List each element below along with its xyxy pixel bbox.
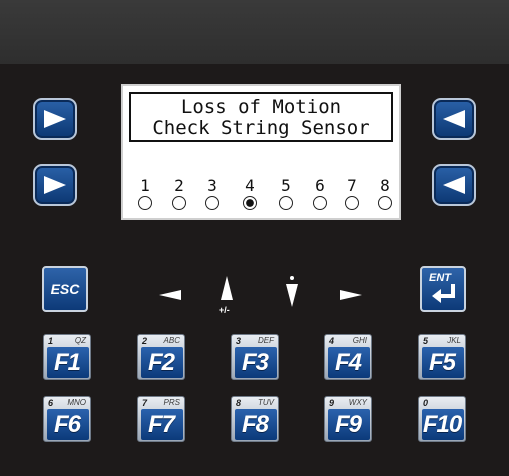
indicator-7: 7 [340,178,364,210]
arrow-left-icon [159,290,181,300]
indicator-led [205,196,219,210]
indicator-4: 4 [238,178,262,210]
indicator-row: 1 2 3 4 5 6 7 8 [133,178,395,218]
arrow-right-icon [340,290,362,300]
top-bezel [0,0,509,64]
key-name: F3 [241,349,269,376]
key-digit: 5 [423,336,429,346]
indicator-1: 1 [133,178,157,210]
f6-key[interactable]: 6 MNO F6 [43,396,91,442]
arrow-right-icon [44,176,66,194]
key-digit: 6 [48,398,54,408]
key-name: F8 [241,411,269,438]
f9-key[interactable]: 9 WXY F9 [324,396,372,442]
key-digit: 7 [142,398,148,408]
nav-up-key[interactable]: +/- [218,274,236,315]
indicator-led [279,196,293,210]
indicator-label: 8 [380,176,390,195]
f4-key[interactable]: 4 GHI F4 [324,334,372,380]
key-name: F4 [334,349,362,376]
lcd-display: Loss of Motion Check String Sensor 1 2 3… [121,84,401,220]
right-lower-arrow-key[interactable] [432,164,476,206]
f8-key[interactable]: 8 TUV F8 [231,396,279,442]
indicator-label: 6 [315,176,325,195]
left-upper-arrow-key[interactable] [33,98,77,140]
indicator-led [243,196,257,210]
key-letters: GHI [352,336,367,345]
indicator-label: 4 [245,176,255,195]
indicator-3: 3 [200,178,224,210]
indicator-label: 5 [281,176,291,195]
key-letters: MNO [67,398,86,407]
f1-key[interactable]: 1 QZ F1 [43,334,91,380]
f3-key[interactable]: 3 DEF F3 [231,334,279,380]
indicator-label: 3 [207,176,217,195]
indicator-6: 6 [308,178,332,210]
key-name: F9 [334,411,362,438]
key-digit: 8 [236,398,242,408]
f2-key[interactable]: 2 ABC F2 [137,334,185,380]
indicator-label: 7 [347,176,357,195]
indicator-label: 1 [140,176,150,195]
key-name: F1 [53,349,81,376]
plus-minus-label: +/- [219,305,230,315]
key-letters: QZ [74,336,86,345]
esc-key[interactable]: ESC [42,266,88,312]
lcd-line-1: Loss of Motion [180,96,342,118]
f10-key[interactable]: 0 F10 [418,396,466,442]
nav-left-key[interactable] [155,287,183,308]
key-letters: ABC [163,336,180,345]
key-letters: JKL [447,336,461,345]
key-letters: TUV [258,398,274,407]
right-upper-arrow-key[interactable] [432,98,476,140]
arrow-down-icon [286,276,298,307]
esc-label: ESC [50,281,80,297]
enter-key[interactable]: ENT [420,266,466,312]
indicator-label: 2 [174,176,184,195]
key-name: F2 [147,349,175,376]
indicator-led [378,196,392,210]
f7-key[interactable]: 7 PRS F7 [137,396,185,442]
key-name: F7 [147,411,175,438]
arrow-left-icon [443,110,465,128]
arrow-right-icon [44,110,66,128]
key-digit: 1 [48,336,54,346]
key-name: F6 [53,411,81,438]
operator-interface-panel: Loss of Motion Check String Sensor 1 2 3… [0,0,509,476]
indicator-led [313,196,327,210]
key-letters: WXY [348,398,367,407]
indicator-led [172,196,186,210]
left-lower-arrow-key[interactable] [33,164,77,206]
indicator-2: 2 [167,178,191,210]
nav-right-key[interactable] [338,287,366,308]
key-digit: 0 [423,398,429,408]
key-digit: 9 [329,398,335,408]
enter-return-icon [432,284,455,303]
indicator-8: 8 [373,178,397,210]
arrow-left-icon [443,176,465,194]
indicator-led [345,196,359,210]
key-letters: DEF [258,336,274,345]
key-letters: PRS [163,398,180,407]
key-name: F5 [428,349,456,376]
key-digit: 4 [329,336,335,346]
indicator-5: 5 [274,178,298,210]
nav-down-key[interactable] [283,275,301,314]
key-digit: 3 [236,336,242,346]
arrow-up-icon [221,276,233,300]
key-digit: 2 [142,336,148,346]
indicator-led [138,196,152,210]
key-name: F10 [422,411,462,438]
f5-key[interactable]: 5 JKL F5 [418,334,466,380]
lcd-message-box: Loss of Motion Check String Sensor [129,92,393,142]
lcd-line-2: Check String Sensor [152,117,370,139]
